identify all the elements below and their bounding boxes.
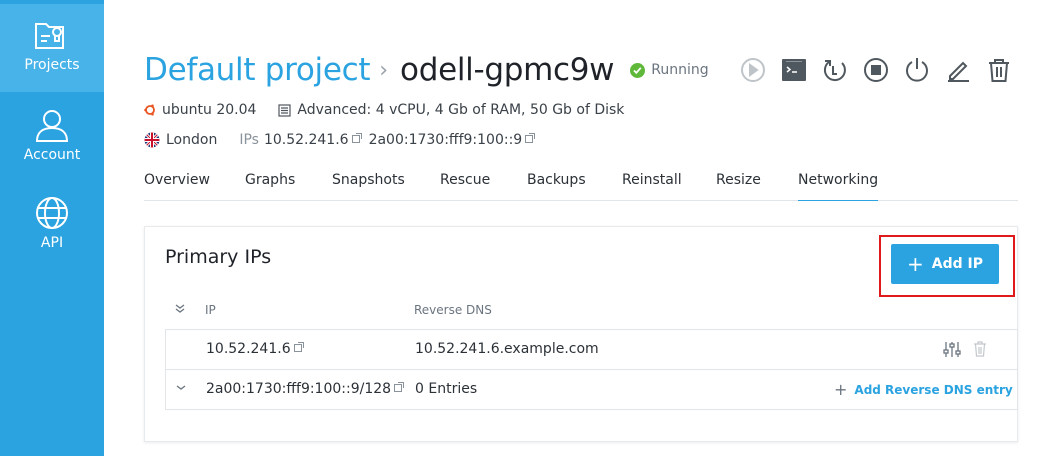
expand-all-icon[interactable] — [175, 303, 185, 317]
table-row: 2a00:1730:fff9:100::9/128 0 Entries + Ad… — [165, 369, 1018, 410]
settings-sliders-icon[interactable] — [943, 341, 961, 358]
tab-rescue[interactable]: Rescue — [440, 172, 490, 188]
tab-resize[interactable]: Resize — [716, 172, 761, 188]
server-name: odell-gpmc9w — [400, 52, 615, 88]
sidebar-item-api[interactable]: API — [0, 180, 104, 268]
breadcrumb-separator: › — [379, 57, 389, 83]
breadcrumb-project-link[interactable]: Default project — [144, 52, 371, 88]
ubuntu-icon — [144, 104, 156, 116]
trash-icon — [973, 341, 987, 358]
row-actions — [943, 341, 999, 358]
primary-ips-card: Primary IPs + Add IP IP Reverse DNS 10.5… — [144, 226, 1018, 442]
add-ip-button[interactable]: + Add IP — [891, 244, 999, 284]
ip-address[interactable]: 2a00:1730:fff9:100::9/128 — [206, 381, 405, 397]
copy-icon[interactable] — [293, 342, 304, 352]
plus-icon: + — [834, 380, 848, 399]
edit-icon[interactable] — [945, 57, 971, 83]
ip-address[interactable]: 10.52.241.6 — [206, 341, 304, 357]
copy-icon[interactable] — [394, 382, 405, 392]
tab-snapshots[interactable]: Snapshots — [332, 172, 405, 188]
sidebar-item-account[interactable]: Account — [0, 92, 104, 180]
plus-icon: + — [907, 252, 924, 276]
main-content: Default project › odell-gpmc9w Running u… — [104, 0, 1057, 456]
add-reverse-dns-link[interactable]: + Add Reverse DNS entry — [834, 382, 1013, 398]
rebuild-icon[interactable] — [822, 57, 848, 83]
sidebar-item-label: Projects — [24, 57, 80, 73]
plan-label: Advanced: 4 vCPU, 4 Gb of RAM, 50 Gb of … — [297, 102, 625, 118]
tab-overview[interactable]: Overview — [144, 172, 210, 188]
add-ip-label: Add IP — [931, 256, 983, 272]
plan-icon — [278, 103, 292, 117]
server-specs: ubuntu 20.04 Advanced: 4 vCPU, 4 Gb of R… — [144, 102, 624, 118]
table-row: 10.52.241.6 10.52.241.6.example.com — [165, 329, 1018, 370]
sidebar-item-label: API — [40, 235, 64, 251]
chevron-down-icon[interactable] — [176, 381, 186, 397]
column-header-ip: IP — [205, 303, 216, 317]
ips-label: IPs — [239, 132, 259, 148]
copy-icon[interactable] — [351, 133, 362, 143]
status-text: Running — [651, 62, 709, 78]
location-label: London — [166, 132, 218, 148]
column-header-reverse-dns: Reverse DNS — [414, 303, 492, 317]
reverse-dns-value: 0 Entries — [415, 381, 478, 397]
tab-graphs[interactable]: Graphs — [245, 172, 295, 188]
uk-flag-icon — [144, 132, 160, 148]
server-actions — [740, 57, 1027, 83]
power-icon[interactable] — [904, 57, 930, 83]
table-header: IP Reverse DNS — [165, 299, 1018, 329]
play-icon[interactable] — [740, 57, 766, 83]
section-title: Primary IPs — [165, 246, 272, 268]
tab-reinstall[interactable]: Reinstall — [622, 172, 682, 188]
ipv6-link[interactable]: 2a00:1730:fff9:100::9 — [369, 132, 523, 148]
stop-icon[interactable] — [863, 57, 889, 83]
sidebar-item-label: Account — [23, 147, 81, 163]
server-location-ips: London IPs 10.52.241.6 2a00:1730:fff9:10… — [144, 132, 536, 148]
reverse-dns-value: 10.52.241.6.example.com — [415, 341, 599, 357]
page-title: Default project › odell-gpmc9w Running — [144, 52, 709, 88]
sidebar: Projects Account API — [0, 0, 104, 456]
trash-icon[interactable] — [986, 57, 1012, 83]
check-icon — [630, 62, 646, 78]
sidebar-item-projects[interactable]: Projects — [0, 4, 104, 92]
tab-bar: Overview Graphs Snapshots Rescue Backups… — [144, 166, 1018, 201]
os-label: ubuntu 20.04 — [162, 102, 257, 118]
tab-backups[interactable]: Backups — [527, 172, 586, 188]
copy-icon[interactable] — [525, 133, 536, 143]
status-badge: Running — [630, 62, 709, 78]
console-icon[interactable] — [781, 57, 807, 83]
account-icon — [35, 110, 69, 142]
tab-networking[interactable]: Networking — [798, 172, 879, 201]
projects-icon — [35, 23, 64, 49]
api-icon — [36, 197, 68, 229]
ipv4-link[interactable]: 10.52.241.6 — [264, 132, 349, 148]
